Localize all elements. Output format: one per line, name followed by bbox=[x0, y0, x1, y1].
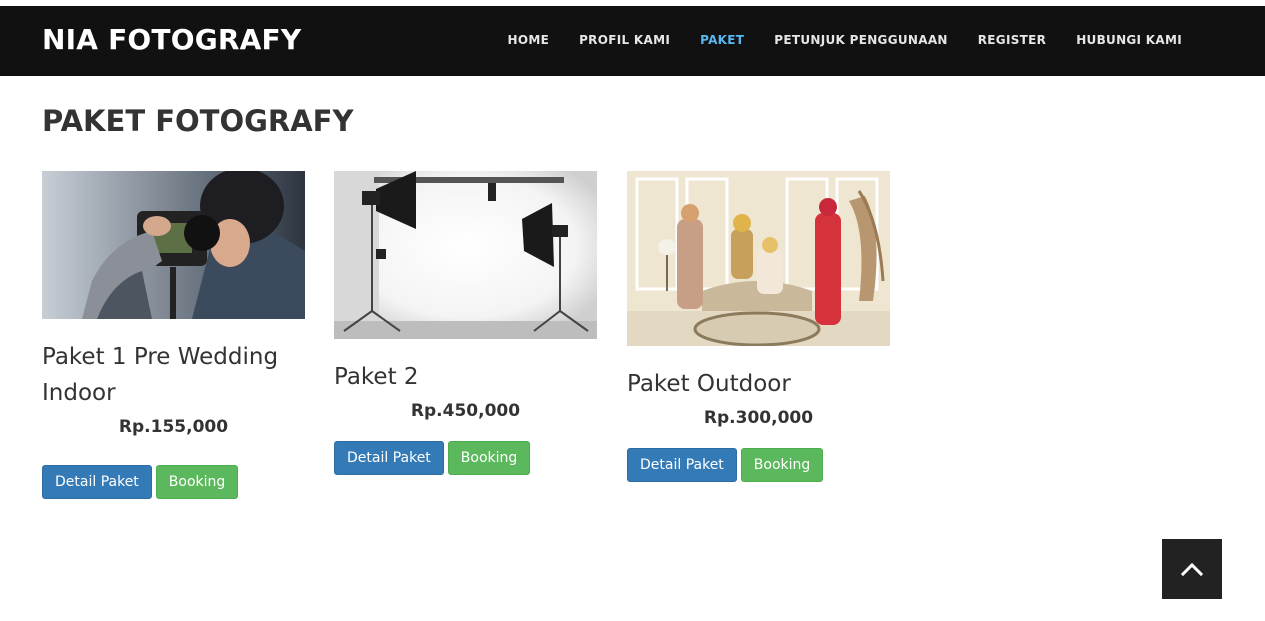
nav-hubungi-kami[interactable]: HUBUNGI KAMI bbox=[1076, 33, 1182, 47]
package-card: Paket 1 Pre Wedding Indoor Rp.155,000 De… bbox=[42, 171, 305, 499]
brand-logo[interactable]: NIA FOTOGRAFY bbox=[42, 23, 301, 56]
booking-button[interactable]: Booking bbox=[447, 441, 531, 475]
package-price: Rp.300,000 bbox=[703, 408, 814, 428]
package-card: Paket Outdoor Rp.300,000 Detail Paket Bo… bbox=[627, 171, 890, 482]
package-photo-photographer bbox=[42, 171, 305, 319]
package-actions: Detail Paket Booking bbox=[334, 441, 597, 475]
detail-paket-button[interactable]: Detail Paket bbox=[42, 465, 152, 499]
package-name-line1: Paket Outdoor bbox=[627, 371, 791, 397]
package-actions: Detail Paket Booking bbox=[627, 448, 890, 482]
booking-button[interactable]: Booking bbox=[740, 448, 824, 482]
detail-paket-button[interactable]: Detail Paket bbox=[334, 441, 444, 475]
nav-menu: HOME PROFIL KAMI PAKET PETUNJUK PENGGUNA… bbox=[477, 33, 1182, 47]
package-name-line1: Paket 1 Pre Wedding bbox=[42, 344, 279, 370]
navbar: NIA FOTOGRAFY HOME PROFIL KAMI PAKET PET… bbox=[0, 6, 1265, 76]
booking-button[interactable]: Booking bbox=[155, 465, 239, 499]
chevron-up-icon bbox=[1181, 562, 1203, 576]
nav-petunjuk-penggunaan[interactable]: PETUNJUK PENGGUNAAN bbox=[774, 33, 948, 47]
package-photo-studio bbox=[334, 171, 597, 339]
nav-paket[interactable]: PAKET bbox=[700, 33, 744, 47]
package-price: Rp.155,000 bbox=[118, 417, 229, 437]
nav-register[interactable]: REGISTER bbox=[978, 33, 1046, 47]
package-name-line2: Indoor bbox=[42, 380, 116, 406]
package-name: Paket 2 bbox=[334, 359, 597, 395]
package-name: Paket Outdoor bbox=[627, 366, 890, 402]
package-card: Paket 2 Rp.450,000 Detail Paket Booking bbox=[334, 171, 597, 475]
package-name-line1: Paket 2 bbox=[334, 364, 419, 390]
nav-profil-kami[interactable]: PROFIL KAMI bbox=[579, 33, 670, 47]
package-price: Rp.450,000 bbox=[410, 401, 521, 421]
package-actions: Detail Paket Booking bbox=[42, 465, 305, 499]
package-photo-outdoor bbox=[627, 171, 890, 346]
page-title: PAKET FOTOGRAFY bbox=[42, 104, 354, 138]
package-name: Paket 1 Pre Wedding Indoor bbox=[42, 339, 305, 411]
detail-paket-button[interactable]: Detail Paket bbox=[627, 448, 737, 482]
back-to-top-button[interactable] bbox=[1162, 539, 1222, 599]
nav-home[interactable]: HOME bbox=[507, 33, 549, 47]
